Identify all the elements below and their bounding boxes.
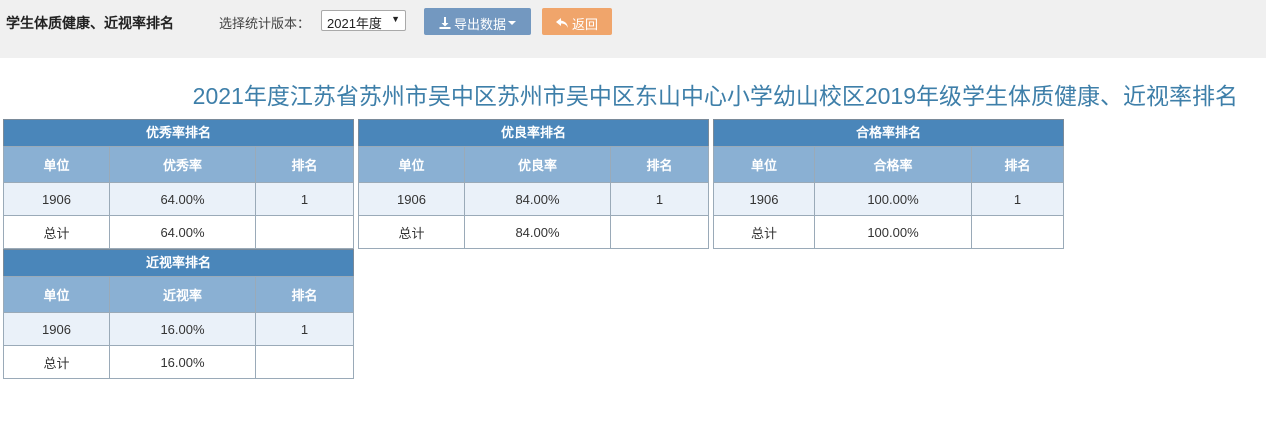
top-toolbar: 学生体质健康、近视率排名 选择统计版本： 2021年度 ▼ 导出数据 返回 — [0, 0, 1266, 58]
column-header-rate: 近视率 — [109, 276, 256, 313]
myopia-rate-table: 近视率排名 单位 近视率 排名 1906 16.00% 1 总计 16.00% — [3, 249, 354, 379]
cell-rate: 84.00% — [464, 182, 611, 216]
cell-rank — [971, 215, 1064, 249]
column-header-rate: 优良率 — [464, 146, 611, 183]
pass-rate-table: 合格率排名 单位 合格率 排名 1906 100.00% 1 总计 100.00… — [713, 119, 1064, 249]
column-header-unit: 单位 — [3, 146, 110, 183]
cell-unit: 总计 — [3, 215, 110, 249]
column-header-unit: 单位 — [3, 276, 110, 313]
column-header-rate: 优秀率 — [109, 146, 256, 183]
cell-unit: 总计 — [713, 215, 815, 249]
column-header-rank: 排名 — [255, 146, 354, 183]
back-button[interactable]: 返回 — [542, 8, 612, 35]
column-header-unit: 单位 — [713, 146, 815, 183]
download-icon — [439, 16, 451, 29]
column-header-rate: 合格率 — [814, 146, 972, 183]
column-header-rank: 排名 — [971, 146, 1064, 183]
version-label: 选择统计版本： — [219, 16, 311, 31]
cell-rate: 100.00% — [814, 182, 972, 216]
cell-rate: 16.00% — [109, 345, 256, 379]
column-header-rank: 排名 — [610, 146, 709, 183]
cell-rank: 1 — [255, 312, 354, 346]
export-data-label: 导出数据 — [453, 17, 506, 32]
table-row-total: 总计 16.00% — [3, 345, 354, 379]
cell-unit: 1906 — [713, 182, 815, 216]
cell-rate: 84.00% — [464, 215, 611, 249]
table-title: 合格率排名 — [713, 119, 1064, 146]
table-row-total: 总计 84.00% — [358, 215, 709, 249]
cell-rate: 64.00% — [109, 215, 256, 249]
table-row: 1906 84.00% 1 — [358, 182, 709, 216]
export-data-button[interactable]: 导出数据 — [424, 8, 531, 35]
table-row: 1906 100.00% 1 — [713, 182, 1064, 216]
cell-rank — [255, 215, 354, 249]
cell-rank — [255, 345, 354, 379]
table-title: 优秀率排名 — [3, 119, 354, 146]
cell-unit: 总计 — [3, 345, 110, 379]
version-selected-value: 2021年度 — [327, 16, 382, 31]
table-row: 1906 16.00% 1 — [3, 312, 354, 346]
cell-unit: 1906 — [3, 182, 110, 216]
cell-rate: 100.00% — [814, 215, 972, 249]
report-title: 2021年度江苏省苏州市吴中区苏州市吴中区东山中心小学幼山校区2019年级学生体… — [192, 83, 1238, 109]
table-title: 近视率排名 — [3, 249, 354, 276]
column-header-rank: 排名 — [255, 276, 354, 313]
back-label: 返回 — [571, 17, 598, 32]
excellent-rate-table: 优秀率排名 单位 优秀率 排名 1906 64.00% 1 总计 64.00% — [3, 119, 354, 249]
table-title: 优良率排名 — [358, 119, 709, 146]
cell-unit: 总计 — [358, 215, 465, 249]
table-row-total: 总计 100.00% — [713, 215, 1064, 249]
cell-rank: 1 — [255, 182, 354, 216]
dropdown-triangle-icon: ▼ — [391, 14, 400, 24]
cell-rate: 16.00% — [109, 312, 256, 346]
good-rate-table: 优良率排名 单位 优良率 排名 1906 84.00% 1 总计 84.00% — [358, 119, 709, 249]
cell-rank: 1 — [971, 182, 1064, 216]
page-title: 学生体质健康、近视率排名 — [6, 15, 174, 31]
cell-rate: 64.00% — [109, 182, 256, 216]
cell-unit: 1906 — [3, 312, 110, 346]
table-row-total: 总计 64.00% — [3, 215, 354, 249]
table-row: 1906 64.00% 1 — [3, 182, 354, 216]
column-header-unit: 单位 — [358, 146, 465, 183]
version-select[interactable]: 2021年度 ▼ — [321, 10, 406, 31]
cell-unit: 1906 — [358, 182, 465, 216]
cell-rank: 1 — [610, 182, 709, 216]
cell-rank — [610, 215, 709, 249]
reply-arrow-icon — [555, 17, 568, 28]
caret-down-icon — [508, 20, 516, 25]
